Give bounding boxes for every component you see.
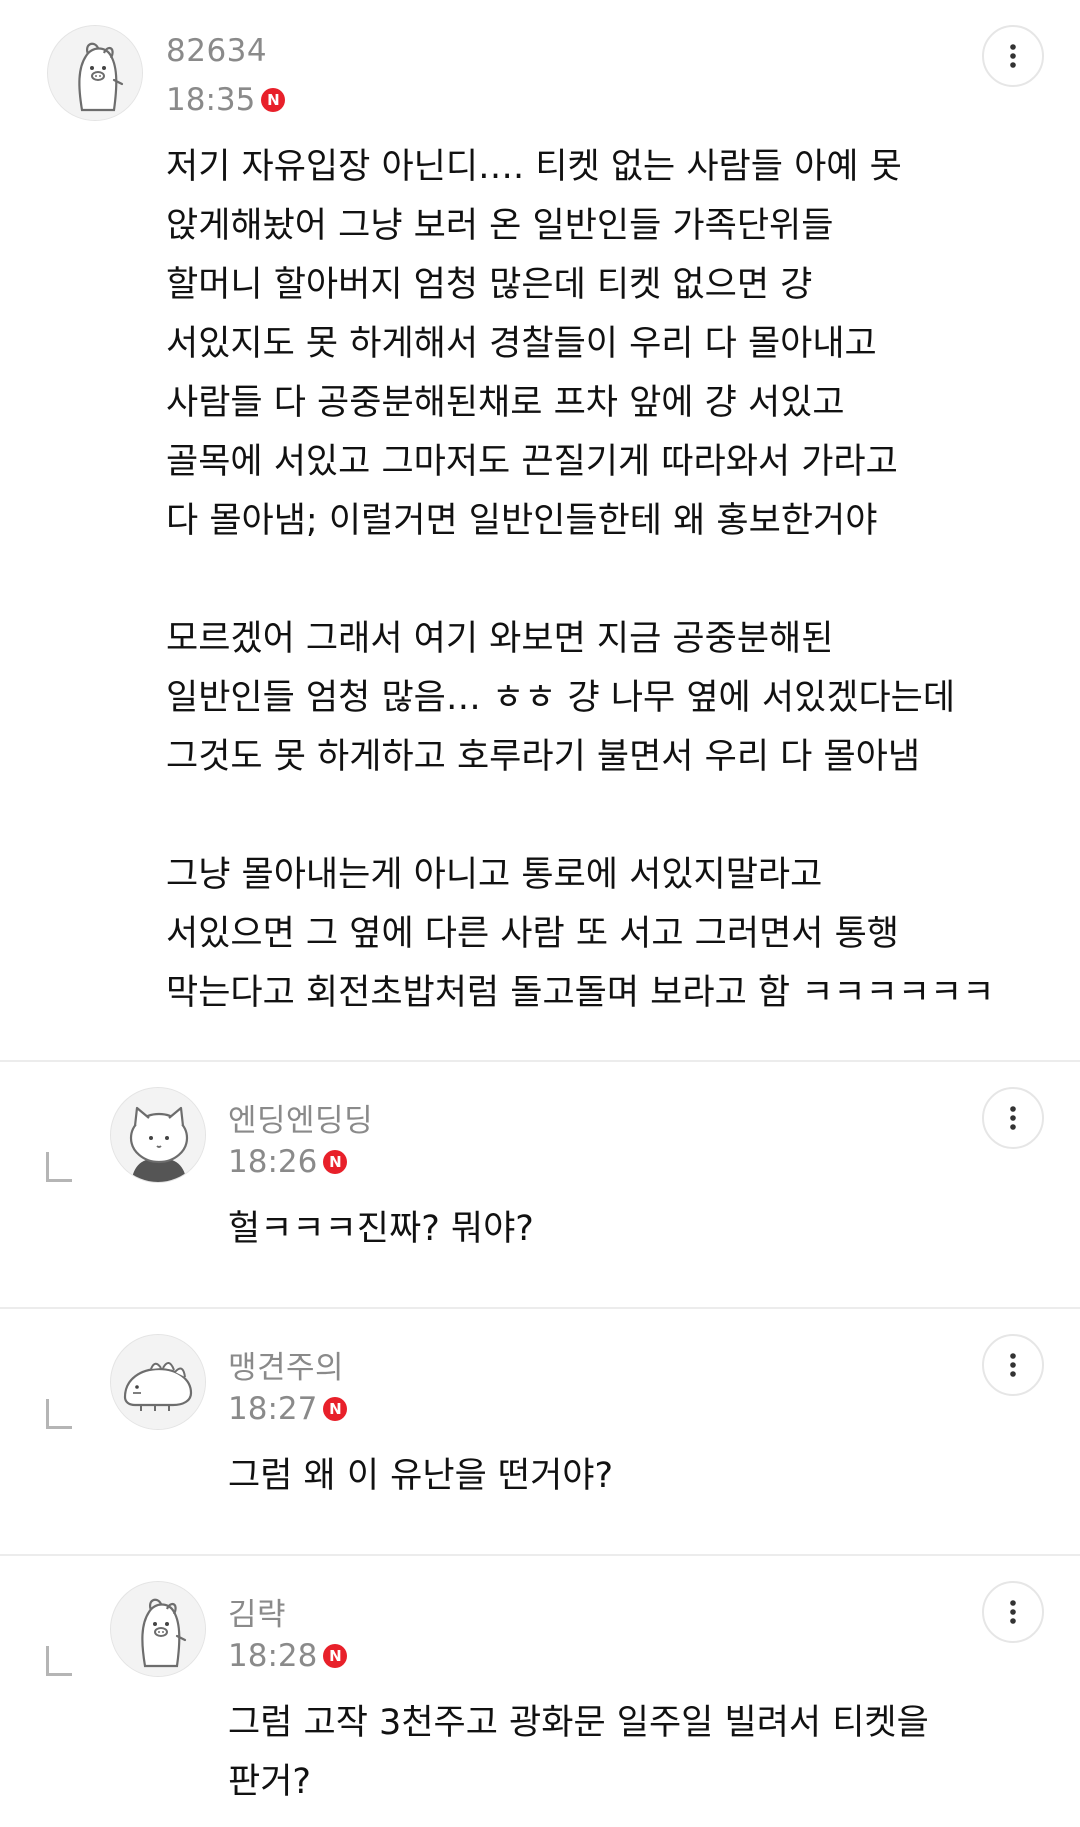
comment-time: 18:27	[228, 1391, 318, 1427]
vertical-ellipsis-icon	[1010, 1106, 1016, 1130]
comment-meta: 18:28 N	[228, 1638, 348, 1674]
more-options-button[interactable]	[982, 1087, 1044, 1149]
reply-arrow-icon	[46, 1646, 72, 1676]
new-badge: N	[323, 1644, 348, 1668]
comment-item: 82634 18:35 N 저기 자유입장 아닌디…. 티켓 없는 사람들 아예…	[0, 0, 1080, 1060]
comment-username[interactable]: 82634	[166, 33, 267, 69]
comment-meta: 18:26 N	[228, 1144, 348, 1180]
new-badge: N	[261, 88, 286, 112]
comment-text: 저기 자유입장 아닌디…. 티켓 없는 사람들 아예 못 앉게해놨어 그냥 보러…	[166, 147, 995, 1013]
avatar[interactable]	[47, 25, 143, 121]
pig-character-avatar-icon	[111, 1582, 205, 1676]
comment-time: 18:35	[166, 82, 256, 118]
comment-username[interactable]: 맹견주의	[228, 1342, 344, 1387]
more-options-button[interactable]	[982, 1334, 1044, 1396]
comment-username[interactable]: 김략	[228, 1589, 286, 1634]
reply-item: 엔딩엔딩딩 18:26 N 헐ㅋㅋㅋ진짜? 뭐야?	[0, 1062, 1080, 1307]
more-options-button[interactable]	[982, 25, 1044, 87]
comment-time: 18:26	[228, 1144, 318, 1180]
vertical-ellipsis-icon	[1010, 1600, 1016, 1624]
avatar[interactable]	[110, 1581, 206, 1677]
reply-arrow-icon	[46, 1399, 72, 1429]
comment-username[interactable]: 엔딩엔딩딩	[228, 1095, 373, 1140]
comment-meta: 18:35 N	[166, 82, 286, 118]
comment-text: 그럼 고작 3천주고 광화문 일주일 빌려서 티켓을 판거?	[228, 1703, 929, 1802]
reply-arrow-icon	[46, 1152, 72, 1182]
new-badge: N	[323, 1150, 348, 1174]
reply-item: 김략 18:28 N 그럼 고작 3천주고 광화문 일주일 빌려서 티켓을 판거…	[0, 1556, 1080, 1826]
comment-text: 그럼 왜 이 유난을 떤거야?	[228, 1456, 614, 1496]
comment-list: 82634 18:35 N 저기 자유입장 아닌디…. 티켓 없는 사람들 아예…	[0, 0, 1080, 1826]
reply-item: 맹견주의 18:27 N 그럼 왜 이 유난을 떤거야?	[0, 1309, 1080, 1554]
comment-meta: 18:27 N	[228, 1391, 348, 1427]
dinosaur-character-avatar-icon	[111, 1335, 205, 1429]
comment-text: 헐ㅋㅋㅋ진짜? 뭐야?	[228, 1209, 534, 1249]
vertical-ellipsis-icon	[1010, 1353, 1016, 1377]
vertical-ellipsis-icon	[1010, 44, 1016, 68]
more-options-button[interactable]	[982, 1581, 1044, 1643]
pig-character-avatar-icon	[48, 26, 142, 120]
new-badge: N	[323, 1397, 348, 1421]
avatar[interactable]	[110, 1087, 206, 1183]
comment-time: 18:28	[228, 1638, 318, 1674]
avatar[interactable]	[110, 1334, 206, 1430]
cat-character-avatar-icon	[111, 1088, 205, 1182]
